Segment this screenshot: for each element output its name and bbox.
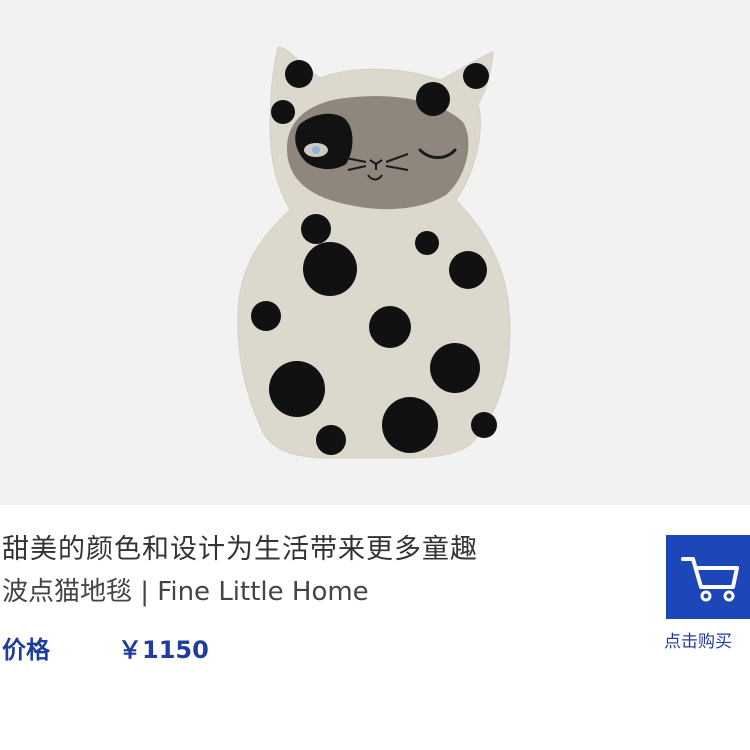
buy-label[interactable]: 点击购买	[664, 628, 750, 656]
price-label: 价格	[2, 636, 50, 664]
price-value: ￥1150	[118, 636, 209, 664]
product-image	[0, 0, 750, 505]
buy-button[interactable]	[666, 535, 750, 619]
shopping-cart-icon	[681, 557, 739, 602]
cat-rug-illustration	[237, 46, 511, 459]
product-title: 甜美的颜色和设计为生活带来更多童趣	[2, 534, 478, 565]
product-subtitle: 波点猫地毯 | Fine Little Home	[2, 577, 369, 607]
